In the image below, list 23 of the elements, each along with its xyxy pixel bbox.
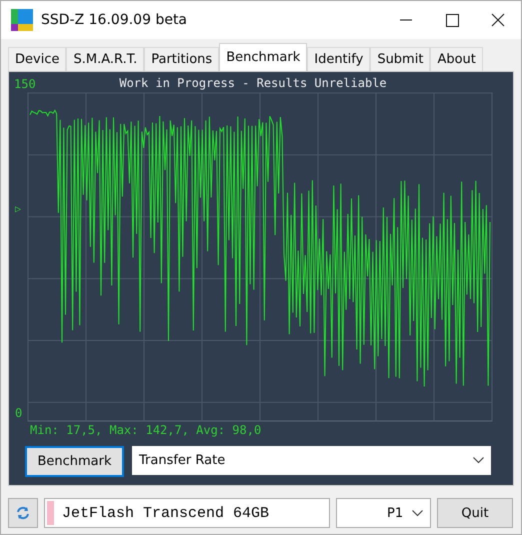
tab[interactable]: About [430, 47, 483, 71]
partition-select[interactable]: P1 [336, 498, 431, 528]
app-logo-icon [11, 9, 33, 31]
mode-select[interactable]: Transfer Rate [132, 446, 491, 475]
window-title: SSD-Z 16.09.09 beta [41, 12, 188, 28]
graph-title: Work in Progress - Results Unreliable [119, 76, 387, 90]
tab[interactable]: Identify [307, 47, 370, 71]
axis-min-label: 0 [15, 406, 22, 420]
marker-label: ▷ [15, 204, 22, 215]
refresh-icon [16, 506, 30, 520]
benchmark-button[interactable]: Benchmark [25, 446, 124, 477]
graph-stats: Min: 17,5, Max: 142,7, Avg: 98,0 [30, 423, 262, 437]
chevron-down-icon [473, 457, 484, 464]
tab[interactable]: Submit [370, 47, 430, 71]
tab[interactable]: Device [8, 47, 66, 71]
axis-max-label: 150 [14, 77, 36, 91]
drive-select[interactable]: JetFlash Transcend 64GB [44, 498, 330, 528]
chevron-down-icon [412, 510, 423, 516]
tab[interactable]: Benchmark [219, 43, 308, 71]
quit-button[interactable]: Quit [437, 498, 513, 528]
tab[interactable]: S.M.A.R.T. [66, 47, 144, 71]
refresh-button[interactable] [8, 498, 38, 528]
tab[interactable]: Partitions [144, 47, 220, 71]
